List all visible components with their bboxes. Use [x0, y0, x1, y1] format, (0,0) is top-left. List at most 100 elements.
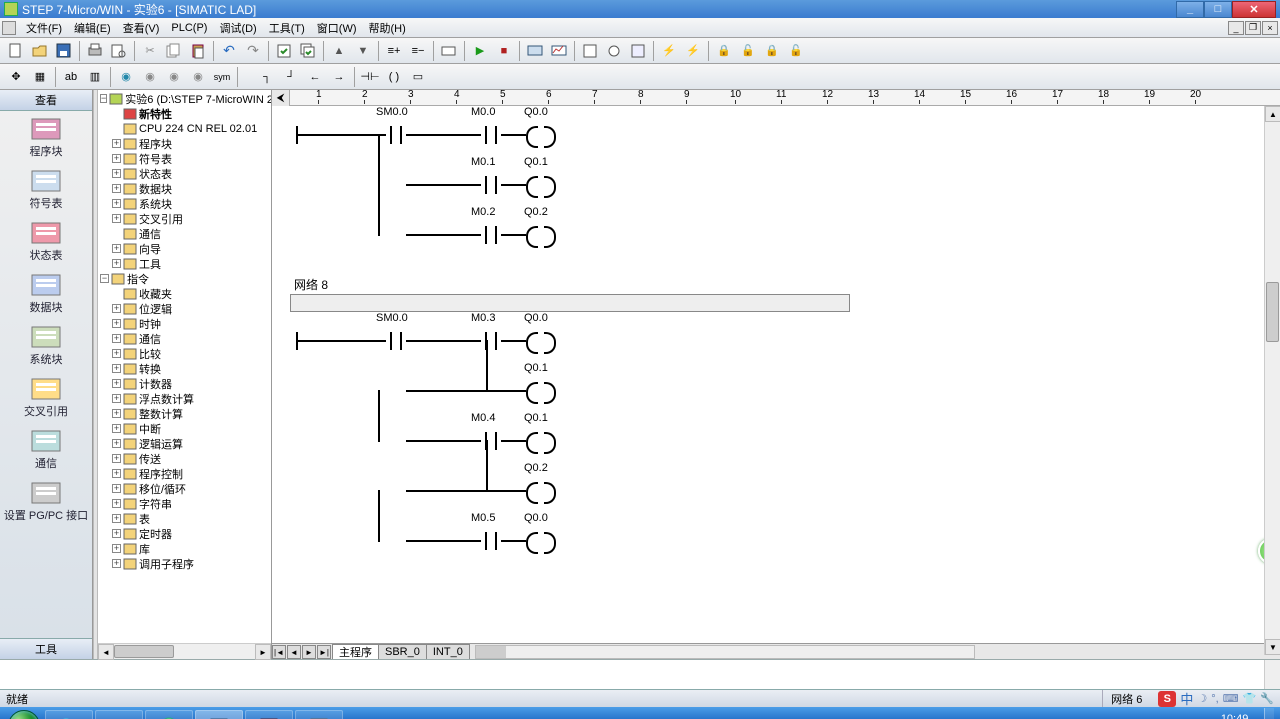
menu-debug[interactable]: 调试(D) — [213, 18, 262, 38]
bookmark-prev-icon[interactable]: ◉ — [163, 66, 185, 88]
copy-icon[interactable] — [163, 40, 185, 62]
output-window[interactable] — [0, 659, 1280, 689]
force-icon[interactable]: ⚡ — [658, 40, 680, 62]
tree-expando-icon[interactable]: + — [112, 154, 121, 163]
toggle-tree-icon[interactable]: ⮜ — [272, 90, 290, 106]
ladder-rung[interactable]: SM0.0M0.0Q0.0 — [286, 108, 866, 158]
ladder-contact[interactable] — [481, 330, 501, 350]
save-icon[interactable] — [53, 40, 75, 62]
tree-row[interactable]: +浮点数计算 — [98, 391, 271, 406]
tree-expando-icon[interactable]: + — [112, 139, 121, 148]
tab-main[interactable]: 主程序 — [332, 644, 379, 659]
menu-view[interactable]: 查看(V) — [117, 18, 166, 38]
new-file-icon[interactable] — [5, 40, 27, 62]
tree-row[interactable]: 通信 — [98, 226, 271, 241]
tab-int0[interactable]: INT_0 — [426, 644, 470, 659]
tree-row[interactable]: +程序块 — [98, 136, 271, 151]
ladder-rung[interactable]: SM0.0M0.3Q0.0 — [286, 314, 866, 364]
tree-row[interactable]: +计数器 — [98, 376, 271, 391]
tree-expando-icon[interactable]: + — [112, 409, 121, 418]
tab-sbr0[interactable]: SBR_0 — [378, 644, 427, 659]
ladder-rung[interactable]: Q0.2 — [286, 464, 866, 514]
tree-row[interactable]: +整数计算 — [98, 406, 271, 421]
close-button[interactable]: ✕ — [1232, 1, 1276, 18]
tree-row[interactable]: CPU 224 CN REL 02.01 — [98, 121, 271, 136]
navbar-bottom[interactable]: 工具 — [0, 638, 92, 659]
ladder-rung[interactable]: Q0.1 — [286, 364, 866, 414]
taskbar-step7[interactable] — [195, 710, 243, 719]
tab-nav-last-icon[interactable]: ►| — [317, 645, 331, 659]
maximize-button[interactable]: □ — [1204, 1, 1232, 18]
undo-icon[interactable]: ↶ — [218, 40, 240, 62]
unlock-icon[interactable]: 🔓 — [737, 40, 759, 62]
tree-expando-icon[interactable]: + — [112, 319, 121, 328]
tree-expando-icon[interactable]: + — [112, 169, 121, 178]
taskbar-help[interactable] — [245, 710, 293, 719]
tree-expando-icon[interactable]: + — [112, 304, 121, 313]
tab-nav-next-icon[interactable]: ► — [302, 645, 316, 659]
nav-item-3[interactable]: 数据块 — [0, 267, 92, 319]
vscroll-thumb[interactable] — [1266, 282, 1279, 342]
editor-vscrollbar[interactable]: ▲ ▼ — [1264, 106, 1280, 655]
network-icon[interactable] — [438, 40, 460, 62]
nav-item-7[interactable]: 设置 PG/PC 接口 — [0, 475, 92, 527]
symbol-icon[interactable]: ▥ — [84, 66, 106, 88]
ladder-contact[interactable] — [481, 530, 501, 550]
nav-item-2[interactable]: 状态表 — [0, 215, 92, 267]
tree-row[interactable]: +库 — [98, 541, 271, 556]
status-chart-icon[interactable] — [548, 40, 570, 62]
mdi-minimize-button[interactable]: _ — [1228, 21, 1244, 35]
tree-row[interactable]: +逻辑运算 — [98, 436, 271, 451]
print-preview-icon[interactable] — [108, 40, 130, 62]
tree-row[interactable]: +位逻辑 — [98, 301, 271, 316]
tree-row[interactable]: 新特性 — [98, 106, 271, 121]
bookmark-next-icon[interactable]: ◉ — [139, 66, 161, 88]
bookmark-clear-icon[interactable]: ◉ — [187, 66, 209, 88]
project-tree[interactable]: −实验6 (D:\STEP 7-MicroWIN 2 >新特性CPU 224 C… — [98, 90, 271, 643]
ime-skin-icon[interactable]: 👕 — [1243, 692, 1257, 705]
ime-sogou-icon[interactable]: S — [1158, 691, 1176, 707]
menu-edit[interactable]: 编辑(E) — [68, 18, 117, 38]
tree-row[interactable]: +时钟 — [98, 316, 271, 331]
show-desktop-button[interactable] — [1264, 708, 1274, 719]
minimize-button[interactable]: _ — [1176, 1, 1204, 18]
ladder-contact[interactable] — [386, 124, 406, 144]
tree-expando-icon[interactable]: + — [112, 199, 121, 208]
tree-hscrollbar[interactable]: ◄ ► — [98, 643, 271, 659]
download-icon[interactable]: ▼ — [352, 40, 374, 62]
tree-expando-icon[interactable]: + — [112, 214, 121, 223]
single-read-icon[interactable] — [603, 40, 625, 62]
tree-expando-icon[interactable]: + — [112, 454, 121, 463]
tree-row[interactable]: +向导 — [98, 241, 271, 256]
tree-row[interactable]: +定时器 — [98, 526, 271, 541]
output-vscrollbar[interactable] — [1264, 660, 1280, 689]
scroll-up-icon[interactable]: ▲ — [1265, 106, 1280, 122]
tree-row[interactable]: +数据块 — [98, 181, 271, 196]
run-icon[interactable]: ▶ — [469, 40, 491, 62]
wire-up-icon[interactable]: ┘ — [280, 66, 302, 88]
ladder-rung[interactable]: M0.1Q0.1 — [286, 158, 866, 208]
paste-icon[interactable] — [187, 40, 209, 62]
taskbar-image[interactable] — [295, 710, 343, 719]
tree-row[interactable]: +符号表 — [98, 151, 271, 166]
tree-row[interactable]: +程序控制 — [98, 466, 271, 481]
ladder-coil[interactable] — [526, 482, 556, 500]
tree-row[interactable]: +传送 — [98, 451, 271, 466]
write-all-icon[interactable] — [627, 40, 649, 62]
tree-expando-icon[interactable]: + — [112, 559, 121, 568]
ladder-coil[interactable] — [526, 382, 556, 400]
tree-expando-icon[interactable]: + — [112, 469, 121, 478]
tree-row[interactable]: +工具 — [98, 256, 271, 271]
tray-clock[interactable]: 10:49 2016/7/6 — [1213, 713, 1256, 719]
tree-expando-icon[interactable]: + — [112, 499, 121, 508]
ladder-canvas[interactable]: SM0.0M0.0Q0.0M0.1Q0.1M0.2Q0.2网络 8SM0.0M0… — [272, 106, 1280, 643]
tree-expando-icon[interactable]: + — [112, 529, 121, 538]
coil-icon[interactable]: ( ) — [383, 66, 405, 88]
nav-item-4[interactable]: 系统块 — [0, 319, 92, 371]
tree-expando-icon[interactable]: + — [112, 514, 121, 523]
start-button[interactable] — [4, 707, 44, 719]
ladder-contact[interactable] — [386, 330, 406, 350]
scroll-right-icon[interactable]: ► — [255, 644, 271, 660]
tree-expando-icon[interactable]: + — [112, 259, 121, 268]
tab-nav-first-icon[interactable]: |◄ — [272, 645, 286, 659]
